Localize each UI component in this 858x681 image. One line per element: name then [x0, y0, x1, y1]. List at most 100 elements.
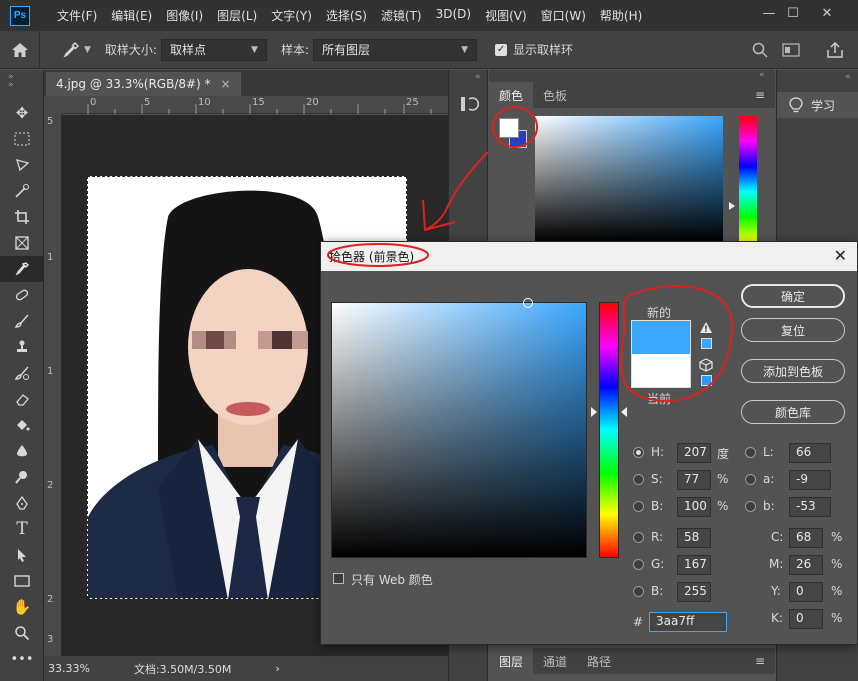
hue-slider-handle[interactable] [729, 202, 735, 210]
blue-input[interactable]: 255 [677, 582, 711, 602]
vertical-ruler[interactable]: 5 1 1 2 2 3 [44, 114, 62, 656]
g-radio[interactable] [633, 559, 644, 570]
rectangle-tool-icon[interactable] [0, 568, 44, 594]
warning-icon[interactable] [699, 321, 713, 334]
path-selection-tool-icon[interactable] [0, 542, 44, 568]
document-tab[interactable]: 4.jpg @ 33.3%(RGB/8#) * × [46, 72, 241, 96]
web-safe-cube-icon[interactable] [699, 358, 713, 372]
menu-filter[interactable]: 滤镜(T) [374, 7, 429, 24]
b-radio[interactable] [633, 501, 644, 512]
eraser-tool-icon[interactable] [0, 386, 44, 412]
frame-tool-icon[interactable] [0, 230, 44, 256]
workspace-icon[interactable] [782, 43, 800, 57]
search-icon[interactable] [752, 42, 768, 58]
horizontal-ruler[interactable]: 0 5 10 15 20 25 [62, 96, 448, 114]
color-field[interactable] [535, 116, 723, 242]
collapse-dock-icon[interactable]: « [475, 72, 481, 82]
share-icon[interactable] [826, 41, 844, 59]
home-button[interactable] [0, 30, 40, 69]
zoom-tool-icon[interactable] [0, 620, 44, 646]
k-input[interactable]: 0 [789, 609, 823, 629]
menu-window[interactable]: 窗口(W) [534, 7, 593, 24]
foreground-color-swatch[interactable] [499, 118, 519, 138]
color-field-cursor[interactable] [523, 298, 533, 308]
healing-brush-tool-icon[interactable] [0, 282, 44, 308]
tab-paths[interactable]: 路径 [577, 648, 621, 674]
menu-help[interactable]: 帮助(H) [593, 7, 649, 24]
web-safe-color-swatch[interactable] [701, 375, 712, 386]
panel-menu-icon[interactable]: ≡ [745, 82, 775, 108]
menu-file[interactable]: 文件(F) [50, 7, 104, 24]
l-input[interactable]: 66 [789, 443, 831, 463]
history-brush-tool-icon[interactable] [0, 360, 44, 386]
collapse-toolbar-icon[interactable]: » [0, 70, 43, 100]
lab-b-radio[interactable] [745, 501, 756, 512]
hue-slider-left-handle[interactable] [591, 407, 597, 417]
paint-bucket-tool-icon[interactable] [0, 412, 44, 438]
status-menu-arrow[interactable]: › [275, 662, 279, 675]
c-input[interactable]: 68 [789, 528, 823, 548]
pen-tool-icon[interactable] [0, 490, 44, 516]
l-radio[interactable] [745, 447, 756, 458]
clone-stamp-tool-icon[interactable] [0, 334, 44, 360]
gamut-color-swatch[interactable] [701, 338, 712, 349]
hue-slider[interactable] [599, 302, 619, 558]
brush-tool-icon[interactable] [0, 308, 44, 334]
color-libraries-button[interactable]: 颜色库 [741, 400, 845, 424]
blur-tool-icon[interactable] [0, 438, 44, 464]
lasso-tool-icon[interactable] [0, 152, 44, 178]
collapse-learn-icon[interactable]: « [845, 72, 851, 82]
tab-color[interactable]: 颜色 [489, 82, 534, 108]
m-input[interactable]: 26 [789, 555, 823, 575]
y-input[interactable]: 0 [789, 582, 823, 602]
tab-layers[interactable]: 图层 [489, 648, 534, 674]
current-color-swatch[interactable] [631, 354, 691, 388]
zoom-level[interactable]: 33.33% [48, 662, 90, 675]
menu-view[interactable]: 视图(V) [478, 7, 534, 24]
r-radio[interactable] [633, 532, 644, 543]
menu-3d[interactable]: 3D(D) [429, 7, 478, 24]
marquee-tool-icon[interactable] [0, 126, 44, 152]
sample-select[interactable]: 所有图层 ▼ [313, 38, 478, 61]
h-radio[interactable] [633, 447, 644, 458]
s-input[interactable]: 77 [677, 470, 711, 490]
dialog-close-button[interactable]: ✕ [834, 246, 847, 265]
ok-button[interactable]: 确定 [741, 284, 845, 308]
a-radio[interactable] [745, 474, 756, 485]
maximize-button[interactable]: ☐ [776, 0, 810, 26]
dialog-title-bar[interactable]: 拾色器 (前景色) ✕ [321, 242, 857, 271]
lab-b-input[interactable]: -53 [789, 497, 831, 517]
r-input[interactable]: 58 [677, 528, 711, 548]
eyedropper-tool-icon[interactable] [0, 256, 44, 282]
quick-select-tool-icon[interactable] [0, 178, 44, 204]
sample-size-select[interactable]: 取样点 ▼ [160, 38, 267, 61]
menu-select[interactable]: 选择(S) [319, 7, 374, 24]
web-only-checkbox[interactable] [333, 573, 344, 584]
history-panel-button[interactable] [459, 94, 479, 117]
crop-tool-icon[interactable] [0, 204, 44, 230]
reset-button[interactable]: 复位 [741, 318, 845, 342]
collapse-left-icon[interactable]: » [8, 72, 14, 82]
more-tools-icon[interactable]: ••• [0, 646, 44, 672]
s-radio[interactable] [633, 474, 644, 485]
learn-button[interactable]: 学习 [777, 92, 858, 118]
show-ring-checkbox[interactable]: ✓ [495, 43, 508, 56]
saturation-brightness-field[interactable] [331, 302, 587, 558]
add-to-swatches-button[interactable]: 添加到色板 [741, 359, 845, 383]
a-input[interactable]: -9 [789, 470, 831, 490]
hand-tool-icon[interactable]: ✋ [0, 594, 44, 620]
b-input[interactable]: 100 [677, 497, 711, 517]
tool-preset-picker[interactable]: ▼ [62, 41, 91, 59]
tab-close-icon[interactable]: × [221, 77, 231, 91]
show-ring-toggle[interactable]: ✓ 显示取样环 [495, 41, 573, 58]
tab-channels[interactable]: 通道 [533, 648, 577, 674]
type-tool-icon[interactable]: T [0, 516, 44, 542]
menu-edit[interactable]: 编辑(E) [104, 7, 159, 24]
hue-slider-right-handle[interactable] [621, 407, 627, 417]
menu-image[interactable]: 图像(I) [159, 7, 210, 24]
h-input[interactable]: 207 [677, 443, 711, 463]
collapse-panel-icon[interactable]: « [759, 70, 765, 80]
menu-type[interactable]: 文字(Y) [264, 7, 319, 24]
g-input[interactable]: 167 [677, 555, 711, 575]
color-hue-strip[interactable] [739, 116, 757, 242]
